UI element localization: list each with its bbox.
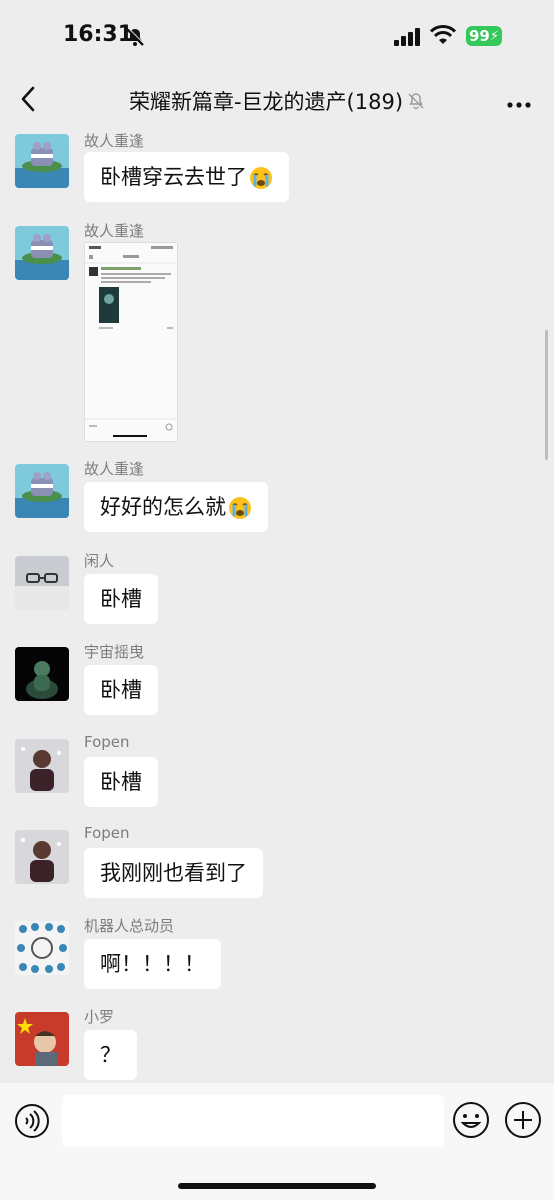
loudly-crying-emoji bbox=[229, 497, 251, 519]
message-text: 我刚刚也看到了 bbox=[100, 861, 247, 885]
message-bubble[interactable]: 卧槽 bbox=[84, 665, 158, 715]
bell-off-icon bbox=[124, 26, 146, 52]
message-bubble[interactable]: 啊！！！！ bbox=[84, 939, 221, 989]
avatar[interactable] bbox=[15, 464, 69, 518]
avatar[interactable] bbox=[15, 1012, 69, 1066]
chat-header: 荣耀新篇章-巨龙的遗产(189) bbox=[0, 72, 554, 128]
chat-title-wrap: 荣耀新篇章-巨龙的遗产(189) bbox=[0, 86, 554, 116]
emoji-icon[interactable] bbox=[452, 1101, 490, 1143]
message-text: ？ bbox=[100, 1043, 121, 1067]
avatar[interactable] bbox=[15, 556, 69, 610]
message-text: 卧槽 bbox=[100, 678, 142, 702]
avatar[interactable] bbox=[15, 134, 69, 188]
message-bubble[interactable]: 我刚刚也看到了 bbox=[84, 848, 263, 898]
scrollbar[interactable] bbox=[545, 330, 548, 460]
status-time: 16:31 bbox=[63, 22, 134, 47]
sender-name: 闲人 bbox=[84, 552, 115, 570]
message-bubble[interactable]: ？ bbox=[84, 1030, 137, 1080]
sender-name: Fopen bbox=[84, 733, 130, 751]
sender-name: 故人重逢 bbox=[84, 460, 145, 478]
sender-name: 宇宙摇曳 bbox=[84, 643, 145, 661]
avatar[interactable] bbox=[15, 226, 69, 280]
chat-title: 荣耀新篇章-巨龙的遗产(189) bbox=[128, 90, 404, 114]
input-bar bbox=[0, 1083, 554, 1200]
avatar[interactable] bbox=[15, 830, 69, 884]
sender-name: 故人重逢 bbox=[84, 222, 145, 240]
bell-off-icon bbox=[407, 91, 425, 115]
message-text: 好好的怎么就 bbox=[100, 495, 226, 519]
avatar[interactable] bbox=[15, 921, 69, 975]
avatar[interactable] bbox=[15, 647, 69, 701]
sender-name: 机器人总动员 bbox=[84, 917, 175, 935]
message-bubble[interactable]: 卧槽穿云去世了 bbox=[84, 152, 289, 202]
home-indicator[interactable] bbox=[178, 1183, 376, 1189]
message-bubble[interactable]: 好好的怎么就 bbox=[84, 482, 268, 532]
battery-indicator: 99 ⚡ bbox=[466, 26, 502, 46]
message-text: 卧槽穿云去世了 bbox=[100, 165, 247, 189]
avatar[interactable] bbox=[15, 739, 69, 793]
charging-icon: ⚡ bbox=[489, 29, 499, 44]
voice-icon[interactable] bbox=[14, 1103, 50, 1143]
message-bubble[interactable]: 卧槽 bbox=[84, 574, 158, 624]
wifi-icon bbox=[429, 24, 457, 50]
more-dots-icon[interactable] bbox=[506, 94, 532, 113]
message-text: 卧槽 bbox=[100, 770, 142, 794]
sender-name: 故人重逢 bbox=[84, 132, 145, 150]
cellular-signal-icon bbox=[394, 28, 422, 50]
sender-name: Fopen bbox=[84, 824, 130, 842]
loudly-crying-emoji bbox=[250, 167, 272, 189]
message-bubble[interactable]: 卧槽 bbox=[84, 757, 158, 807]
image-message[interactable] bbox=[84, 242, 178, 442]
message-text: 卧槽 bbox=[100, 587, 142, 611]
battery-level: 99 bbox=[469, 27, 490, 45]
plus-icon[interactable] bbox=[504, 1101, 542, 1143]
status-bar: 16:31 99 ⚡ bbox=[0, 0, 554, 72]
sender-name: 小罗 bbox=[84, 1008, 115, 1026]
message-input[interactable] bbox=[62, 1095, 444, 1147]
message-text: 啊！！！！ bbox=[100, 952, 205, 976]
